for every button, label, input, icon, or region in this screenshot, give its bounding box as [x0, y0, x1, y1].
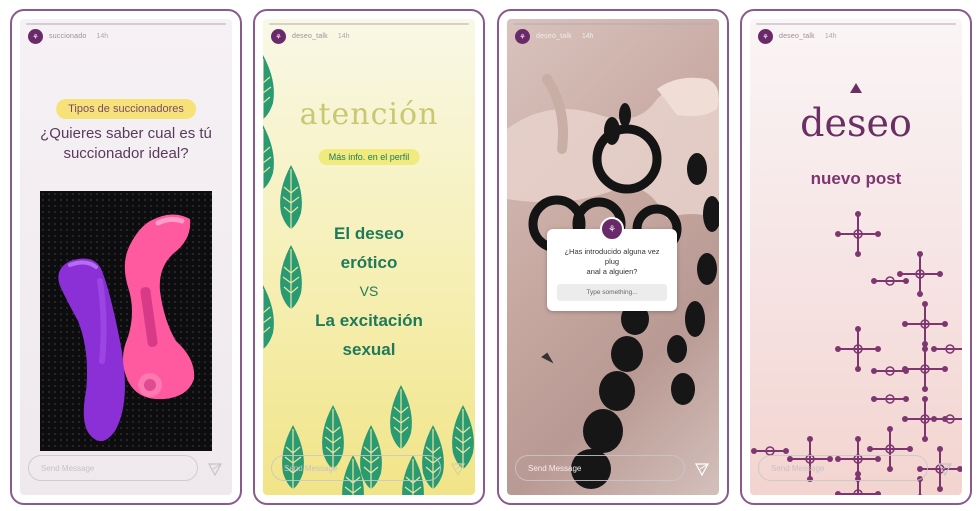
leaf-pattern-decoration [263, 54, 475, 495]
question-line-2: succionador ideal? [63, 145, 189, 162]
send-message-input[interactable]: Send Message [758, 455, 928, 481]
story-question: ¿Quieres saber cual es tú succionador id… [20, 124, 232, 164]
send-message-input[interactable]: Send Message [271, 455, 441, 481]
avatar[interactable]: ⚘ [271, 29, 286, 44]
story-card-1[interactable]: ⚘ succionado 14h Tipos de succionadores … [10, 9, 242, 505]
story-card-2[interactable]: ⚘ deseo_talk 14h atención Más info. en e… [253, 9, 485, 505]
avatar[interactable]: ⚘ [515, 29, 530, 44]
story-header: ⚘ deseo_talk 14h [758, 29, 837, 44]
story-time: 14h [824, 33, 837, 40]
product-photo [40, 191, 212, 451]
send-icon[interactable] [451, 462, 465, 476]
story-card-3[interactable]: ⚘ deseo_talk 14h ⚘ ¿Has introducido algu… [497, 9, 729, 505]
story-screen[interactable]: ⚘ deseo_talk 14h atención Más info. en e… [263, 19, 475, 495]
sticker-question: ¿Has introducido alguna vez plug anal a … [557, 247, 667, 277]
message-placeholder: Send Message [41, 463, 95, 473]
story-time: 14h [581, 33, 594, 40]
send-message-input[interactable]: Send Message [515, 455, 685, 481]
ornament-pattern-decoration [750, 210, 962, 495]
story-card-4[interactable]: ⚘ deseo_talk 14h deseo nuevo post Send M… [740, 9, 972, 505]
avatar[interactable]: ⚘ [28, 29, 43, 44]
story-header: ⚘ deseo_talk 14h [271, 29, 350, 44]
story-screen[interactable]: ⚘ deseo_talk 14h deseo nuevo post Send M… [750, 19, 962, 495]
story-header: ⚘ succionado 14h [28, 29, 108, 44]
sticker-answer-input[interactable]: Type something... [557, 284, 667, 301]
topic-pill: Tipos de succionadores [56, 99, 196, 119]
send-icon[interactable] [938, 462, 952, 476]
sticker-question-line-2: anal a alguien? [586, 267, 638, 276]
story-header: ⚘ deseo_talk 14h [515, 29, 594, 44]
question-sticker[interactable]: ⚘ ¿Has introducido alguna vez plug anal … [547, 217, 677, 311]
story-progress-bar [513, 23, 713, 25]
avatar: ⚘ [600, 217, 624, 241]
story-progress-bar [26, 23, 226, 25]
username[interactable]: deseo_talk [536, 33, 572, 40]
story-progress-bar [269, 23, 469, 25]
story-screen[interactable]: ⚘ deseo_talk 14h ⚘ ¿Has introducido algu… [507, 19, 719, 495]
avatar[interactable]: ⚘ [758, 29, 773, 44]
message-placeholder: Send Message [528, 463, 582, 473]
story-time: 14h [96, 33, 109, 40]
username[interactable]: deseo_talk [292, 33, 328, 40]
story-progress-bar [756, 23, 956, 25]
sticker-question-line-1: ¿Has introducido alguna vez plug [564, 247, 660, 266]
message-placeholder: Send Message [284, 463, 338, 473]
message-placeholder: Send Message [771, 463, 825, 473]
send-icon[interactable] [208, 462, 222, 476]
story-time: 14h [337, 33, 350, 40]
send-icon[interactable] [695, 462, 709, 476]
username[interactable]: succionado [49, 33, 86, 40]
username[interactable]: deseo_talk [779, 33, 815, 40]
story-screen[interactable]: ⚘ succionado 14h Tipos de succionadores … [20, 19, 232, 495]
send-message-input[interactable]: Send Message [28, 455, 198, 481]
question-line-1: ¿Quieres saber cual es tú [40, 125, 212, 142]
